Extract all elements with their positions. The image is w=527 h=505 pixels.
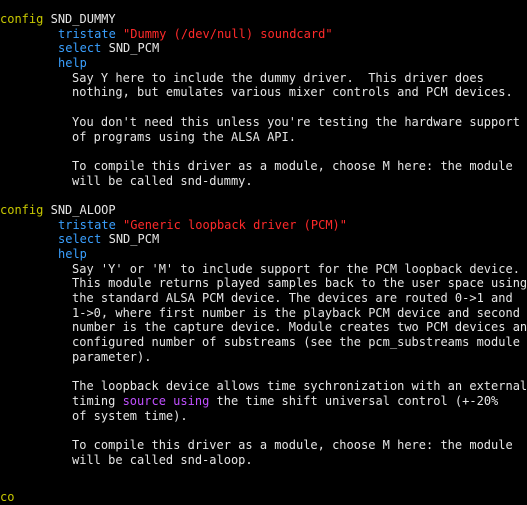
help-text-line: of programs using the ALSA API.: [0, 130, 527, 145]
help-text: Say 'Y' or 'M' to include support for th…: [0, 262, 527, 468]
help-text-segment: parameter).: [72, 349, 152, 364]
select-keyword: select: [58, 232, 102, 247]
kconfig-editor[interactable]: config SND_DUMMY tristate "Dummy (/dev/n…: [0, 0, 527, 497]
help-keyword: help: [58, 247, 87, 261]
select-line: select SND_PCM: [0, 41, 527, 56]
help-text-line: the standard ALSA PCM device. The device…: [0, 291, 527, 306]
help-text-segment: Say Y here to include the dummy driver. …: [72, 70, 484, 85]
help-text-line: [0, 423, 527, 438]
help-text-line: will be called snd-dummy.: [0, 174, 527, 189]
config-line: config SND_DUMMY: [0, 12, 527, 27]
tristate-prompt: "Generic loopback driver (PCM)": [123, 217, 347, 232]
help-text-line: will be called snd-aloop.: [0, 453, 527, 468]
highlighted-keyword: using: [173, 393, 210, 408]
help-text-segment: 1->0, where first number is the playback…: [72, 305, 520, 320]
help-text-segment: To compile this driver as a module, choo…: [72, 437, 513, 452]
help-text-line: configured number of substreams (see the…: [0, 335, 527, 350]
help-text-line: [0, 365, 527, 380]
help-text-line: of system time).: [0, 409, 527, 424]
help-line: help: [0, 247, 527, 262]
tristate-keyword: tristate: [58, 217, 116, 232]
tristate-prompt: "Dummy (/dev/null) soundcard": [123, 26, 333, 41]
select-value: SND_PCM: [108, 232, 160, 247]
help-text-segment: of programs using the ALSA API.: [72, 129, 296, 144]
help-text-line: The loopback device allows time sychroni…: [0, 379, 527, 394]
highlighted-keyword: source: [122, 393, 166, 408]
help-text-segment: The loopback device allows time sychroni…: [72, 379, 527, 394]
tristate-keyword: tristate: [58, 26, 116, 41]
help-text-line: timing source using the time shift unive…: [0, 394, 527, 409]
config-symbol: SND_DUMMY: [50, 12, 116, 26]
help-text-line: number is the capture device. Module cre…: [0, 320, 527, 335]
help-text-segment: Say 'Y' or 'M' to include support for th…: [72, 261, 520, 276]
select-line: select SND_PCM: [0, 232, 527, 247]
help-text-segment: To compile this driver as a module, choo…: [72, 158, 513, 173]
help-text-segment: You don't need this unless you're testin…: [72, 114, 520, 129]
help-text-line: Say 'Y' or 'M' to include support for th…: [0, 262, 527, 277]
tristate-line: tristate "Dummy (/dev/null) soundcard": [0, 27, 527, 42]
select-keyword: select: [58, 41, 102, 56]
help-text-segment: nothing, but emulates various mixer cont…: [72, 85, 513, 100]
help-text-line: This module returns played samples back …: [0, 276, 527, 291]
help-text-line: Say Y here to include the dummy driver. …: [0, 71, 527, 86]
help-text-segment: configured number of substreams (see the…: [72, 335, 520, 350]
config-line: config SND_ALOOP: [0, 203, 527, 218]
help-text-line: [0, 144, 527, 159]
help-text-segment: This module returns played samples back …: [72, 276, 527, 291]
config-keyword: config: [0, 12, 44, 26]
help-text-segment: number is the capture device. Module cre…: [72, 320, 527, 335]
help-line: help: [0, 56, 527, 71]
help-text-line: To compile this driver as a module, choo…: [0, 438, 527, 453]
help-text: Say Y here to include the dummy driver. …: [0, 71, 527, 189]
help-text-line: 1->0, where first number is the playback…: [0, 306, 527, 321]
help-text-line: You don't need this unless you're testin…: [0, 115, 527, 130]
partial-config-line: co: [0, 490, 15, 504]
help-text-line: To compile this driver as a module, choo…: [0, 159, 527, 174]
help-text-line: [0, 100, 527, 115]
help-text-segment: will be called snd-dummy.: [72, 173, 253, 188]
help-text-segment: the standard ALSA PCM device. The device…: [72, 291, 513, 306]
help-text-segment: the time shift universal control (+-20%: [209, 393, 499, 408]
help-text-segment: will be called snd-aloop.: [72, 452, 253, 467]
help-text-segment: timing: [72, 393, 123, 408]
help-keyword: help: [58, 56, 87, 71]
help-text-line: parameter).: [0, 350, 527, 365]
tristate-line: tristate "Generic loopback driver (PCM)": [0, 218, 527, 233]
config-keyword: config: [0, 202, 44, 217]
select-value: SND_PCM: [108, 41, 160, 56]
config-symbol: SND_ALOOP: [50, 202, 116, 217]
help-text-line: nothing, but emulates various mixer cont…: [0, 85, 527, 100]
help-text-segment: of system time).: [72, 408, 188, 423]
